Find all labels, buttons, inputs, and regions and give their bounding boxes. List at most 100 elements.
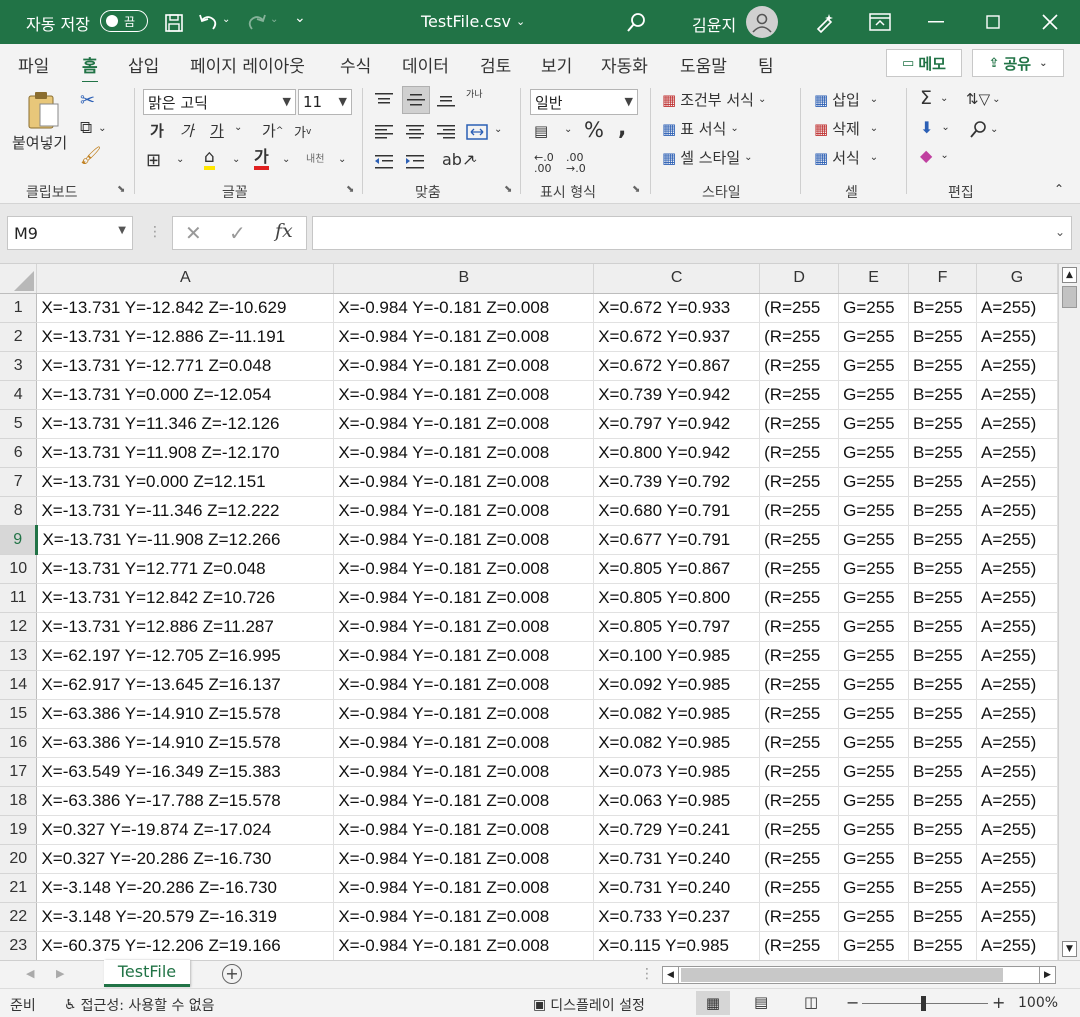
horizontal-scroll-thumb[interactable] <box>681 968 1003 982</box>
cell[interactable]: A=255) <box>976 351 1058 381</box>
row-header[interactable]: 12 <box>0 612 38 642</box>
cell[interactable]: A=255) <box>976 293 1058 323</box>
display-settings-button[interactable]: ▣ 디스플레이 설정 <box>533 995 645 1015</box>
cell[interactable]: X=0.805 Y=0.800 <box>593 583 761 613</box>
cell[interactable]: B=255 <box>908 844 977 874</box>
cell[interactable]: X=0.672 Y=0.867 <box>593 351 761 381</box>
cell[interactable]: A=255) <box>976 380 1058 410</box>
cell[interactable]: G=255 <box>838 467 910 497</box>
spreadsheet-grid[interactable]: A B C D E F G 1 X=-13.731 Y=-12.842 Z=-10… <box>0 264 1058 960</box>
cell[interactable]: X=-0.984 Y=-0.181 Z=0.008 <box>333 815 595 845</box>
cell[interactable]: G=255 <box>838 438 910 468</box>
cell[interactable]: A=255) <box>976 583 1058 613</box>
tab-file[interactable]: 파일 <box>18 52 49 77</box>
next-sheet-icon[interactable]: ▶ <box>56 967 64 980</box>
cell[interactable]: G=255 <box>838 496 910 526</box>
cell[interactable]: X=0.731 Y=0.240 <box>593 873 761 903</box>
scroll-up-icon[interactable]: ▲ <box>1062 267 1077 283</box>
zoom-level[interactable]: 100% <box>1018 995 1058 1011</box>
cell[interactable]: X=-0.984 Y=-0.181 Z=0.008 <box>333 699 595 729</box>
add-sheet-icon[interactable]: + <box>222 964 242 984</box>
cell[interactable]: X=-0.984 Y=-0.181 Z=0.008 <box>333 496 595 526</box>
cell[interactable]: X=-63.386 Y=-17.788 Z=15.578 <box>36 786 335 816</box>
select-all-corner[interactable] <box>0 264 38 294</box>
cell[interactable]: X=-0.984 Y=-0.181 Z=0.008 <box>333 844 595 874</box>
merge-dropdown-icon[interactable]: ⌄ <box>494 124 502 135</box>
align-center-icon[interactable] <box>405 120 429 144</box>
cell[interactable]: X=0.680 Y=0.791 <box>593 496 761 526</box>
cell[interactable]: X=0.731 Y=0.240 <box>593 844 761 874</box>
cell[interactable]: X=-0.984 Y=-0.181 Z=0.008 <box>333 612 595 642</box>
row-header[interactable]: 22 <box>0 902 38 932</box>
cell[interactable]: G=255 <box>838 931 910 960</box>
increase-indent-icon[interactable] <box>405 150 429 174</box>
font-launcher-icon[interactable]: ⬊ <box>346 184 354 195</box>
formula-input[interactable]: ⌄ <box>312 216 1072 250</box>
tab-home[interactable]: 홈 <box>82 52 98 84</box>
merge-center-icon[interactable] <box>466 120 490 144</box>
row-header[interactable]: 5 <box>0 409 38 439</box>
row-header[interactable]: 1 <box>0 293 38 323</box>
cell[interactable]: A=255) <box>976 728 1058 758</box>
align-left-icon[interactable] <box>374 120 398 144</box>
underline-dropdown-icon[interactable]: ⌄ <box>234 122 242 133</box>
cell[interactable]: X=0.327 Y=-20.286 Z=-16.730 <box>36 844 335 874</box>
vertical-scrollbar[interactable]: ▲ ▼ <box>1058 264 1080 960</box>
cell[interactable]: (R=255 <box>759 612 840 642</box>
autosave-toggle[interactable]: 끔 <box>100 10 148 32</box>
cell[interactable]: X=-0.984 Y=-0.181 Z=0.008 <box>333 670 595 700</box>
cell[interactable]: B=255 <box>908 786 977 816</box>
align-bottom-icon[interactable] <box>436 88 460 112</box>
cell[interactable]: B=255 <box>908 931 977 960</box>
cell[interactable]: G=255 <box>838 786 910 816</box>
insert-function-icon[interactable]: fx <box>275 220 293 242</box>
cell[interactable]: X=0.672 Y=0.933 <box>593 293 761 323</box>
split-handle-icon[interactable]: ⋮ <box>640 966 654 982</box>
cell[interactable]: X=-0.984 Y=-0.181 Z=0.008 <box>333 293 595 323</box>
row-header[interactable]: 23 <box>0 931 38 960</box>
user-name[interactable]: 김윤지 <box>692 12 736 36</box>
name-box[interactable]: M9 ▼ <box>7 216 133 250</box>
percent-icon[interactable]: % <box>584 118 604 142</box>
cell[interactable]: B=255 <box>908 496 977 526</box>
cell[interactable]: X=0.739 Y=0.792 <box>593 467 761 497</box>
cut-icon[interactable]: ✂ <box>80 90 95 111</box>
cell[interactable]: X=0.092 Y=0.985 <box>593 670 761 700</box>
cell[interactable]: (R=255 <box>759 931 840 960</box>
column-header-c[interactable]: C <box>593 264 761 294</box>
column-header-b[interactable]: B <box>333 264 595 294</box>
row-header[interactable]: 9 <box>0 525 39 555</box>
cell[interactable]: G=255 <box>838 409 910 439</box>
customize-toolbar-icon[interactable]: ⌄ <box>294 10 306 26</box>
cell[interactable]: B=255 <box>908 670 977 700</box>
cell[interactable]: X=0.800 Y=0.942 <box>593 438 761 468</box>
decrease-indent-icon[interactable] <box>374 150 398 174</box>
column-header-g[interactable]: G <box>976 264 1058 294</box>
cell[interactable]: X=0.082 Y=0.985 <box>593 699 761 729</box>
tab-formulas[interactable]: 수식 <box>340 52 371 77</box>
cell[interactable]: G=255 <box>838 293 910 323</box>
font-color-icon[interactable]: 가 <box>254 148 269 170</box>
cell[interactable]: X=-13.731 Y=-11.346 Z=12.222 <box>36 496 335 526</box>
cell[interactable]: X=0.100 Y=0.985 <box>593 641 761 671</box>
cell[interactable]: (R=255 <box>759 554 840 584</box>
scroll-thumb[interactable] <box>1062 286 1077 308</box>
horizontal-scrollbar[interactable]: ◀ ▶ <box>662 966 1056 984</box>
cell[interactable]: G=255 <box>838 728 910 758</box>
tab-data[interactable]: 데이터 <box>402 52 449 77</box>
cell[interactable]: X=-0.984 Y=-0.181 Z=0.008 <box>333 409 595 439</box>
format-cells-button[interactable]: ▦ 서식 ⌄ <box>814 147 878 168</box>
prev-sheet-icon[interactable]: ◀ <box>26 967 34 980</box>
avatar[interactable] <box>746 6 778 38</box>
close-icon[interactable] <box>1040 12 1060 32</box>
cell[interactable]: G=255 <box>838 612 910 642</box>
cell[interactable]: A=255) <box>976 873 1058 903</box>
cell[interactable]: (R=255 <box>759 844 840 874</box>
cell[interactable]: X=-13.731 Y=-12.886 Z=-11.191 <box>36 322 335 352</box>
cell[interactable]: (R=255 <box>759 409 840 439</box>
cell[interactable]: B=255 <box>908 612 977 642</box>
cell[interactable]: G=255 <box>838 844 910 874</box>
clear-icon[interactable]: ◆ ⌄ <box>920 146 949 165</box>
cell[interactable]: X=0.797 Y=0.942 <box>593 409 761 439</box>
row-header[interactable]: 3 <box>0 351 38 381</box>
